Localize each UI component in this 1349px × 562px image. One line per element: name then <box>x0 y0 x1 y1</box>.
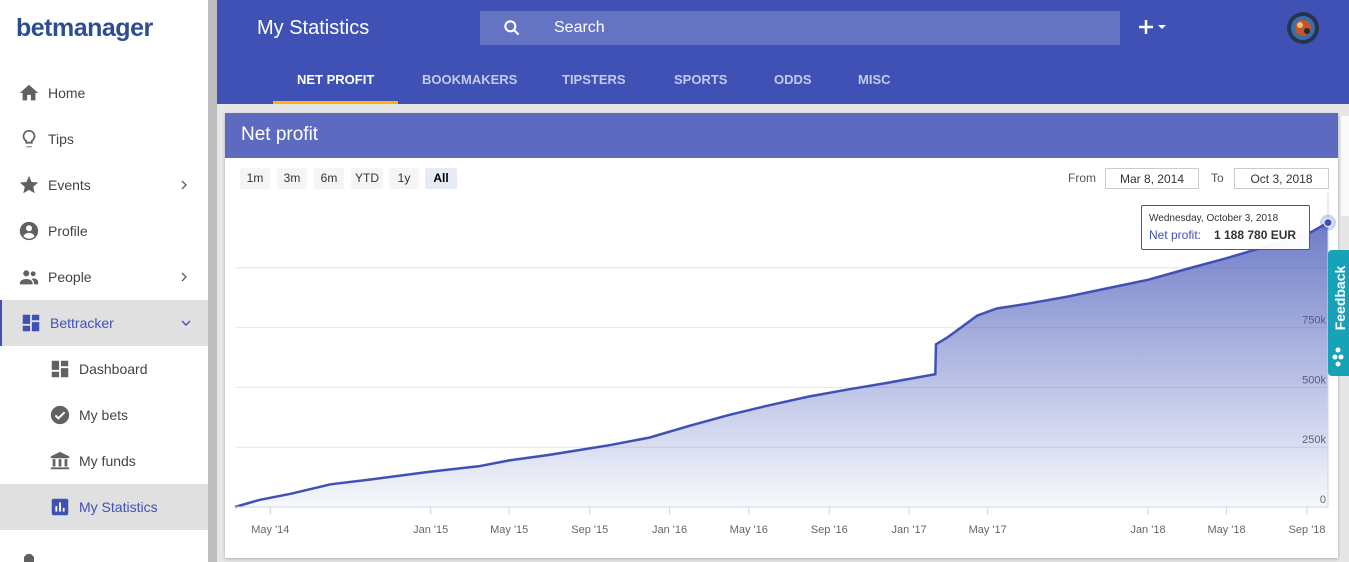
net-profit-chart[interactable]: 0250k500k750kMay '14Jan '15May '15Sep '1… <box>225 113 1338 558</box>
tab-sports[interactable]: SPORTS <box>674 72 727 87</box>
sidebar-item-my-statistics[interactable]: My Statistics <box>0 484 208 530</box>
app-logo[interactable]: betmanager <box>16 14 153 43</box>
sidebar-item-label: Profile <box>48 223 88 239</box>
page-title: My Statistics <box>257 17 370 39</box>
chart-tooltip: Wednesday, October 3, 2018 Net profit: 1… <box>1141 205 1310 250</box>
people-icon <box>19 270 39 285</box>
dashboard-icon <box>51 360 69 378</box>
x-tick-label: May '14 <box>251 524 289 536</box>
feedback-label: Feedback <box>1332 265 1348 331</box>
x-tick-label: Sep '16 <box>811 524 848 536</box>
data-point-marker <box>1323 218 1333 228</box>
sidebar-item-events[interactable]: Events <box>0 162 208 208</box>
lightbulb-icon <box>22 129 36 148</box>
x-tick-label: Jan '15 <box>413 524 448 536</box>
feedback-dots-icon <box>1332 347 1344 367</box>
page-scrollbar[interactable] <box>1341 116 1349 216</box>
add-menu-icon[interactable] <box>1137 14 1171 40</box>
x-tick-label: May '18 <box>1207 524 1245 536</box>
sidebar-item-home[interactable]: Home <box>0 70 208 116</box>
sidebar-item-label: My bets <box>79 407 129 423</box>
x-tick-label: Jan '16 <box>652 524 687 536</box>
dashboard-icon <box>22 314 40 332</box>
chevron-down-icon <box>181 320 191 326</box>
series-area <box>235 222 1328 507</box>
sidebar-item-label: My funds <box>79 453 136 469</box>
avatar[interactable] <box>1287 12 1319 44</box>
sidebar-item-label: Home <box>48 85 86 101</box>
settings-icon[interactable] <box>18 552 40 562</box>
search-bar[interactable]: Search <box>480 11 1120 45</box>
home-icon <box>19 84 39 101</box>
tooltip-date: Wednesday, October 3, 2018 <box>1149 213 1279 224</box>
sidebar-divider <box>208 0 217 562</box>
feedback-button[interactable]: Feedback <box>1328 250 1349 376</box>
sidebar: betmanager Home Tips Events Profile Peop… <box>0 0 208 562</box>
x-tick-label: May '15 <box>490 524 528 536</box>
sidebar-item-label: Bettracker <box>50 315 114 331</box>
tooltip-series-label: Net profit: <box>1149 228 1202 242</box>
sidebar-item-profile[interactable]: Profile <box>0 208 208 254</box>
sidebar-item-label: People <box>48 269 92 285</box>
check-circle-icon <box>50 405 70 425</box>
net-profit-panel: Net profit 1m 3m 6m YTD 1y All From Mar … <box>225 113 1338 558</box>
active-tab-indicator <box>273 101 398 104</box>
account-circle-icon <box>19 221 39 241</box>
tab-misc[interactable]: MISC <box>858 72 891 87</box>
sidebar-item-label: My Statistics <box>79 499 158 515</box>
bank-icon <box>50 451 70 470</box>
tab-tipsters[interactable]: TIPSTERS <box>562 72 626 87</box>
x-tick-label: Jan '17 <box>892 524 927 536</box>
sidebar-item-tips[interactable]: Tips <box>0 116 208 162</box>
tab-odds[interactable]: ODDS <box>774 72 812 87</box>
tooltip-value: 1 188 780 EUR <box>1214 228 1297 242</box>
sidebar-item-people[interactable]: People <box>0 254 208 300</box>
x-tick-label: Jan '18 <box>1130 524 1165 536</box>
bar-chart-icon <box>51 498 69 516</box>
sidebar-item-my-bets[interactable]: My bets <box>0 392 208 438</box>
star-icon <box>19 175 39 194</box>
tab-net-profit[interactable]: NET PROFIT <box>297 72 374 87</box>
search-icon <box>504 20 520 36</box>
sidebar-item-bettracker[interactable]: Bettracker <box>0 300 208 346</box>
sidebar-item-label: Events <box>48 177 91 193</box>
search-input[interactable]: Search <box>554 19 605 37</box>
x-tick-label: May '17 <box>969 524 1007 536</box>
x-tick-label: Sep '15 <box>571 524 608 536</box>
app-header: My Statistics Search NET PROFIT BOOKMAKE… <box>217 0 1349 104</box>
chevron-right-icon <box>181 272 187 282</box>
chevron-right-icon <box>181 180 187 190</box>
x-tick-label: May '16 <box>730 524 768 536</box>
sidebar-item-label: Tips <box>48 131 74 147</box>
tab-bookmakers[interactable]: BOOKMAKERS <box>422 72 517 87</box>
sidebar-item-my-funds[interactable]: My funds <box>0 438 208 484</box>
x-tick-label: Sep '18 <box>1289 524 1326 536</box>
sidebar-item-label: Dashboard <box>79 361 148 377</box>
sidebar-item-dashboard[interactable]: Dashboard <box>0 346 208 392</box>
